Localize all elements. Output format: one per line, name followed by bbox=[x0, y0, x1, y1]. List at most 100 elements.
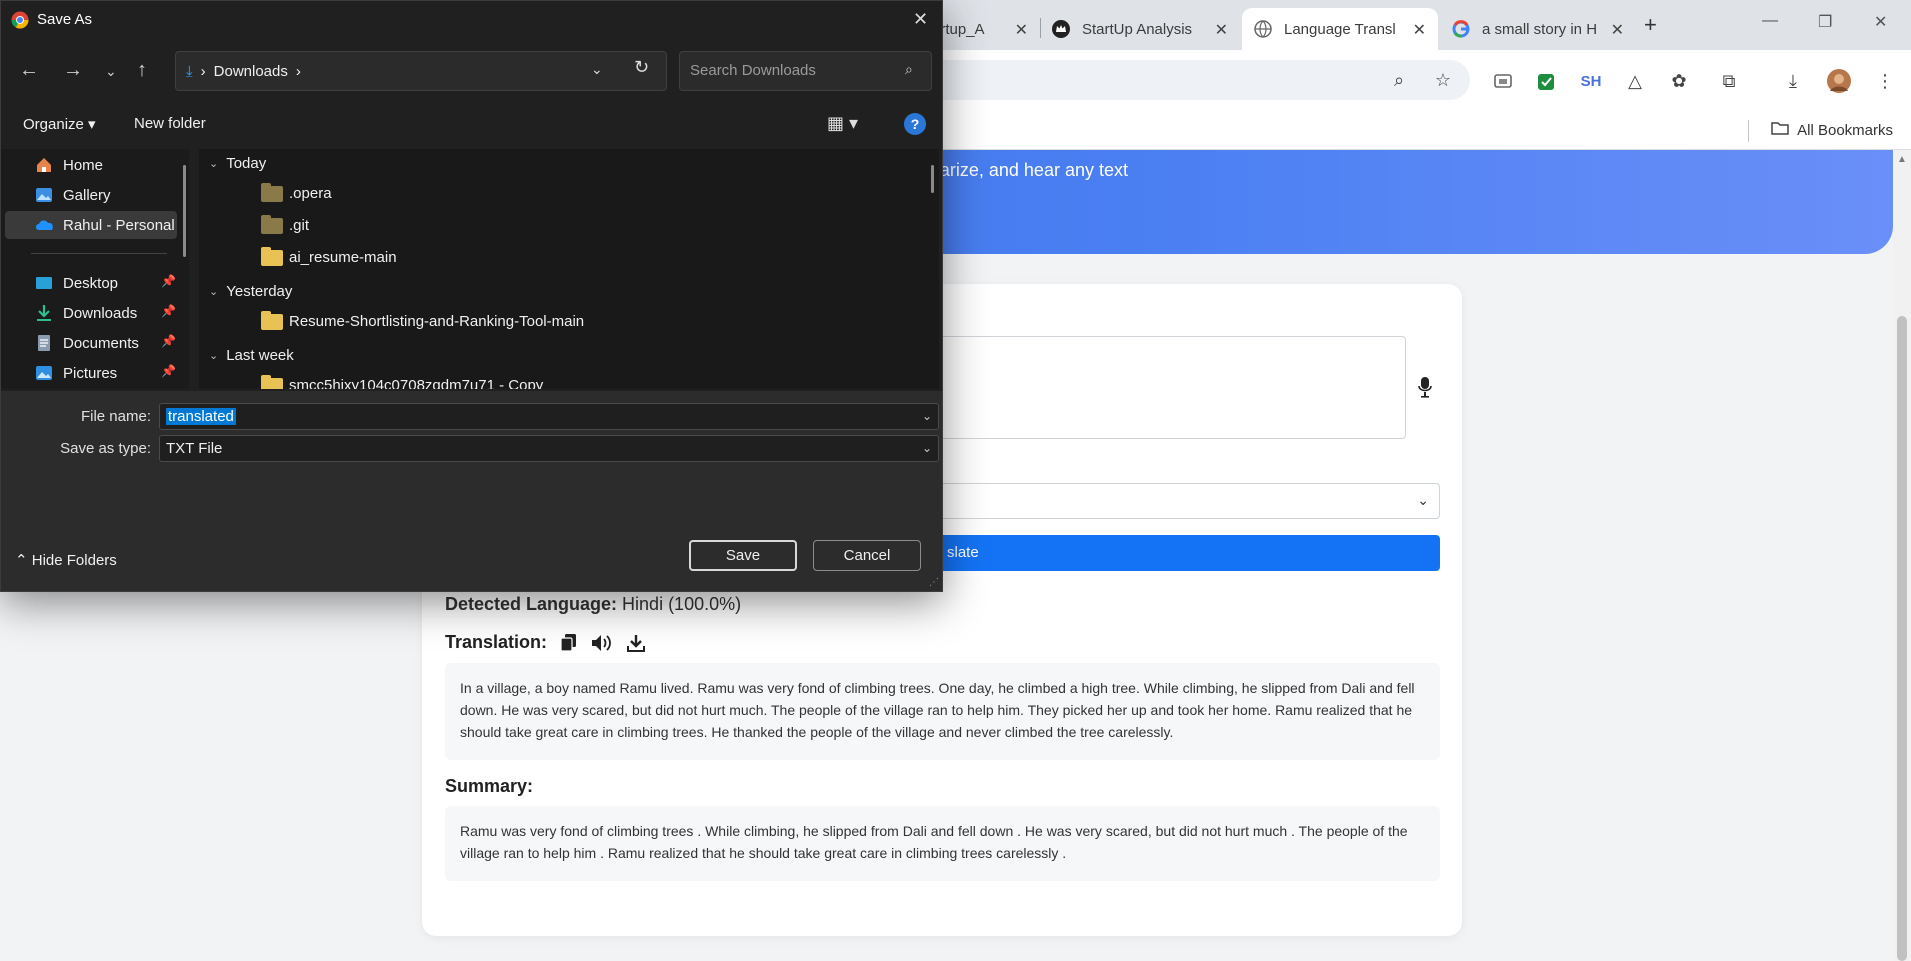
sidebar-item-gallery[interactable]: Gallery bbox=[5, 181, 177, 209]
avatar[interactable] bbox=[1826, 68, 1852, 94]
cast-icon[interactable] bbox=[1490, 68, 1516, 94]
chevron-down-icon[interactable]: ⌄ bbox=[922, 409, 932, 423]
scroll-thumb[interactable] bbox=[183, 165, 186, 257]
list-item[interactable]: .opera bbox=[261, 182, 332, 202]
translation-heading: Translation: bbox=[445, 632, 646, 653]
zoom-icon[interactable]: ⌕ bbox=[1386, 67, 1412, 93]
breadcrumb-downloads[interactable]: Downloads bbox=[214, 63, 288, 80]
sidebar-item-pictures[interactable]: Pictures 📌 bbox=[5, 359, 177, 387]
star-icon[interactable]: ☆ bbox=[1430, 67, 1456, 93]
up-arrow-icon[interactable]: ↑ bbox=[137, 59, 147, 82]
puzzle-icon[interactable]: ⧉ bbox=[1716, 68, 1742, 94]
desktop-icon bbox=[35, 274, 53, 292]
drive-icon[interactable]: △ bbox=[1622, 68, 1648, 94]
speaker-icon[interactable] bbox=[591, 634, 613, 652]
hide-folders-button[interactable]: ⌃ Hide Folders bbox=[15, 551, 117, 569]
close-icon[interactable]: ✕ bbox=[1015, 20, 1028, 40]
extension-check-icon[interactable] bbox=[1534, 68, 1560, 94]
minimize-button[interactable]: — bbox=[1762, 12, 1778, 30]
copy-icon[interactable] bbox=[561, 633, 577, 652]
gallery-icon bbox=[35, 186, 53, 204]
divider bbox=[1748, 120, 1749, 142]
organize-button[interactable]: Organize ▾ bbox=[23, 115, 96, 133]
list-item[interactable]: Resume-Shortlisting-and-Ranking-Tool-mai… bbox=[261, 310, 584, 330]
pin-icon: 📌 bbox=[161, 274, 176, 288]
sidebar-item-label: Desktop bbox=[63, 274, 119, 292]
organize-label: Organize bbox=[23, 116, 84, 133]
sidebar-item-label: Home bbox=[63, 156, 104, 174]
chevron-down-icon: ⌄ bbox=[209, 158, 219, 170]
chrome-icon bbox=[11, 11, 29, 29]
new-tab-button[interactable]: + bbox=[1644, 12, 1657, 38]
refresh-icon[interactable]: ↻ bbox=[634, 57, 649, 78]
save-options: File name: translated ⌄ Save as type: TX… bbox=[1, 391, 942, 591]
chevron-down-icon: ⌄ bbox=[209, 350, 219, 362]
folder-icon bbox=[261, 374, 283, 389]
group-last-week[interactable]: ⌄ Last week bbox=[209, 347, 294, 364]
filename-field[interactable]: translated ⌄ bbox=[159, 403, 939, 430]
cancel-button[interactable]: Cancel bbox=[813, 540, 921, 571]
divider bbox=[31, 253, 167, 254]
all-bookmarks-label: All Bookmarks bbox=[1797, 121, 1893, 139]
folder-icon bbox=[261, 214, 283, 234]
summary-heading: Summary: bbox=[445, 776, 534, 796]
save-button[interactable]: Save bbox=[689, 540, 797, 571]
list-item[interactable]: ai_resume-main bbox=[261, 246, 397, 266]
more-menu-icon[interactable]: ⋮ bbox=[1872, 68, 1898, 94]
page-scrollbar[interactable]: ▲ bbox=[1893, 150, 1911, 961]
tab-label: Language Transl bbox=[1284, 20, 1396, 38]
sidebar-item-documents[interactable]: Documents 📌 bbox=[5, 329, 177, 357]
new-folder-button[interactable]: New folder bbox=[134, 115, 206, 132]
group-today[interactable]: ⌄ Today bbox=[209, 155, 266, 172]
address-bar[interactable]: ⌕ ☆ bbox=[900, 60, 1470, 100]
microphone-icon[interactable] bbox=[1418, 376, 1432, 404]
help-icon[interactable]: ? bbox=[904, 113, 926, 135]
tab-startup-analysis[interactable]: StartUp Analysis ✕ bbox=[1040, 8, 1240, 50]
restore-button[interactable]: ❐ bbox=[1818, 12, 1832, 32]
resize-grip-icon[interactable]: ⋰ bbox=[929, 577, 939, 588]
recent-locations-icon[interactable]: ⌄ bbox=[105, 63, 117, 80]
profile-sh-icon[interactable]: SH bbox=[1578, 68, 1604, 94]
list-item[interactable]: .git bbox=[261, 214, 309, 234]
folder-icon bbox=[261, 182, 283, 202]
forward-arrow-icon[interactable]: → bbox=[63, 59, 83, 82]
group-label: Yesterday bbox=[226, 283, 293, 300]
file-list: ⌄ Today .opera .git ai_resume-main ⌄ Yes… bbox=[199, 149, 939, 389]
sidebar-item-home[interactable]: Home bbox=[5, 151, 177, 179]
translation-label: Translation: bbox=[445, 632, 548, 652]
close-icon[interactable]: ✕ bbox=[1611, 20, 1624, 40]
close-icon[interactable]: ✕ bbox=[1215, 20, 1228, 40]
group-yesterday[interactable]: ⌄ Yesterday bbox=[209, 283, 292, 300]
tab-language-translator[interactable]: Language Transl ✕ bbox=[1242, 8, 1438, 50]
tab-small-story[interactable]: a small story in H ✕ bbox=[1440, 8, 1636, 50]
chevron-down-icon[interactable]: ⌄ bbox=[591, 61, 603, 78]
detected-language: Detected Language: Hindi (100.0%) bbox=[445, 594, 741, 615]
sidebar-item-desktop[interactable]: Desktop 📌 bbox=[5, 269, 177, 297]
close-window-button[interactable]: ✕ bbox=[1874, 12, 1887, 32]
documents-icon bbox=[35, 334, 53, 352]
list-item[interactable]: smcc5hjxy104c0708zqdm7u71 - Copy bbox=[261, 374, 543, 389]
close-icon[interactable]: ✕ bbox=[1413, 20, 1426, 40]
dialog-titlebar: Save As ✕ bbox=[1, 1, 942, 41]
savetype-select[interactable]: TXT File ⌄ bbox=[159, 435, 939, 462]
sidebar-item-downloads[interactable]: Downloads 📌 bbox=[5, 299, 177, 327]
savetype-label: Save as type: bbox=[60, 440, 151, 457]
scroll-up-icon[interactable]: ▲ bbox=[1897, 154, 1907, 165]
folder-icon bbox=[261, 310, 283, 330]
scroll-thumb[interactable] bbox=[1897, 316, 1907, 961]
back-arrow-icon[interactable]: ← bbox=[19, 59, 39, 82]
chevron-down-icon: ⌄ bbox=[1417, 492, 1429, 508]
search-input[interactable]: Search Downloads bbox=[679, 51, 932, 91]
file-name: .opera bbox=[289, 185, 332, 202]
scroll-thumb[interactable] bbox=[931, 165, 934, 193]
download-icon[interactable]: ⤓ bbox=[1780, 68, 1806, 94]
all-bookmarks-button[interactable]: All Bookmarks bbox=[1771, 120, 1893, 140]
sidebar-item-onedrive[interactable]: Rahul - Personal bbox=[5, 211, 177, 239]
pictures-icon bbox=[35, 364, 53, 382]
download-icon[interactable] bbox=[627, 634, 646, 652]
view-options-icon[interactable]: ▦ ▾ bbox=[827, 113, 858, 134]
close-icon[interactable]: ✕ bbox=[913, 9, 928, 30]
openai-icon[interactable]: ✿ bbox=[1666, 68, 1692, 94]
chevron-down-icon: ⌄ bbox=[209, 286, 219, 298]
tab-label: StartUp Analysis bbox=[1082, 20, 1193, 38]
